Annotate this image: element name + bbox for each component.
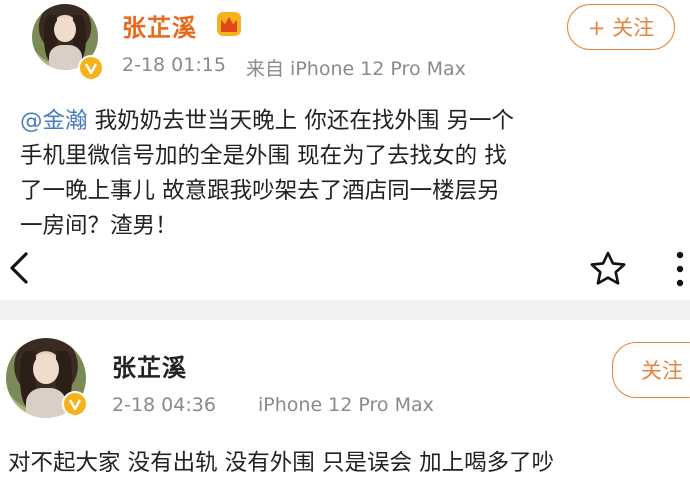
follow-button[interactable]: 关注 bbox=[612, 342, 690, 398]
weibo-post-2: 张芷溪 2-18 04:36 iPhone 12 Pro Max 关注 对不起大… bbox=[0, 320, 690, 482]
post-source: 来自 iPhone 12 Pro Max bbox=[246, 58, 466, 80]
post-divider bbox=[0, 300, 690, 320]
content-line: 对不起大家 没有出轨 没有外围 只是误会 加上喝多了吵 bbox=[8, 450, 555, 476]
post-source: iPhone 12 Pro Max bbox=[258, 394, 434, 416]
crown-vip-icon bbox=[217, 12, 241, 36]
post-content: @金瀚 我奶奶去世当天晚上 你还在找外围 另一个 手机里微信号加的全是外围 现在… bbox=[20, 104, 684, 244]
user-name[interactable]: 张芷溪 bbox=[112, 348, 187, 383]
verified-v-icon bbox=[62, 391, 88, 417]
content-line: 一房间？渣男！ bbox=[20, 213, 178, 239]
ellipsis-vertical-icon[interactable] bbox=[672, 249, 688, 289]
user-name[interactable]: 张芷溪 bbox=[122, 8, 197, 43]
post-time: 2-18 04:36 bbox=[112, 394, 216, 416]
mention-link[interactable]: @金瀚 bbox=[20, 108, 88, 134]
content-line: @金瀚 我奶奶去世当天晚上 你还在找外围 另一个 bbox=[20, 108, 514, 134]
post-content: 对不起大家 没有出轨 没有外围 只是误会 加上喝多了吵 bbox=[8, 446, 690, 481]
content-line: 手机里微信号加的全是外围 现在为了去找女的 找 bbox=[20, 143, 507, 169]
weibo-post-1: 张芷溪 2-18 01:15 来自 iPhone 12 Pro Max + 关注… bbox=[0, 0, 690, 300]
verified-v-icon bbox=[78, 55, 104, 81]
chevron-left-icon[interactable] bbox=[6, 250, 32, 286]
star-outline-icon[interactable] bbox=[588, 250, 628, 288]
content-line: 了一晚上事儿 故意跟我吵架去了酒店同一楼层另 bbox=[20, 178, 500, 204]
follow-button[interactable]: + 关注 bbox=[567, 4, 675, 50]
post-time: 2-18 01:15 bbox=[122, 54, 226, 76]
